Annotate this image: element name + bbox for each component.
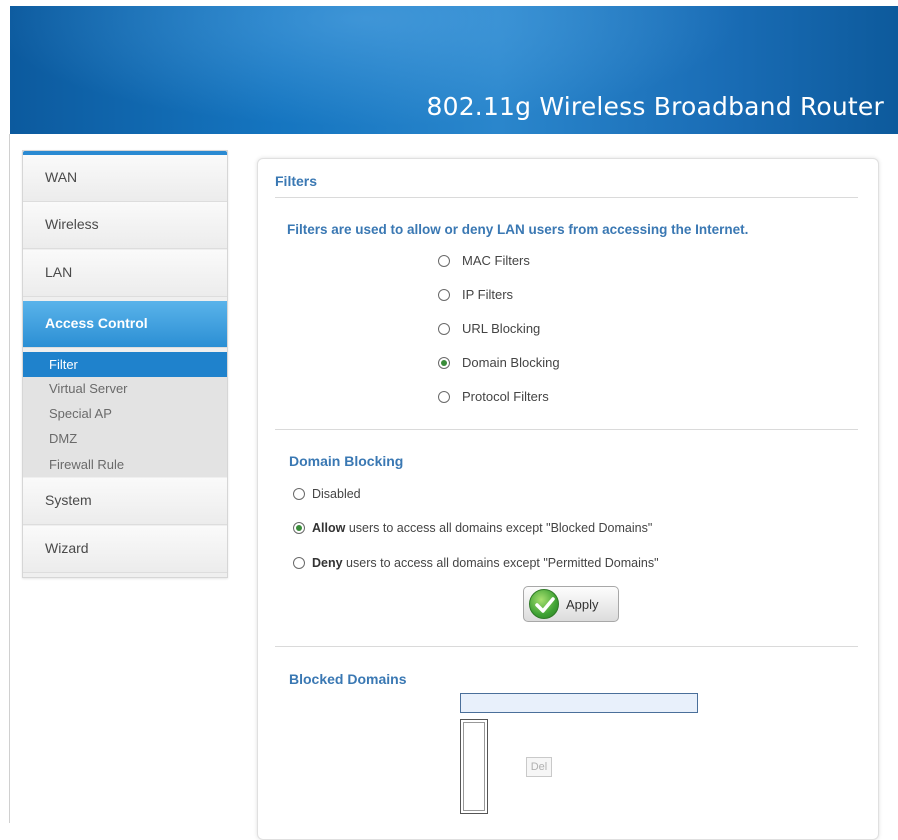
subnav-item-filter[interactable]: Filter (23, 352, 227, 377)
subnav-item-firewall-rule[interactable]: Firewall Rule (23, 452, 227, 477)
filter-option-ip[interactable]: IP Filters (438, 286, 513, 304)
filter-option-label: URL Blocking (462, 321, 541, 336)
sidebar-item-label: Access Control (45, 315, 148, 331)
delete-button[interactable]: Del (526, 757, 552, 777)
radio-icon[interactable] (293, 487, 305, 500)
apply-button-label: Apply (566, 597, 599, 612)
filter-option-label: Protocol Filters (462, 389, 549, 404)
filters-panel: Filters Filters are used to allow or den… (257, 158, 879, 840)
checkmark-icon (529, 589, 559, 619)
radio-icon[interactable] (293, 556, 305, 569)
option-label: users to access all domains except "Bloc… (345, 521, 653, 535)
option-label: Disabled (312, 487, 361, 501)
sidebar-item-label: WAN (45, 169, 78, 185)
router-title: 802.11g Wireless Broadband Router (426, 92, 884, 121)
sidebar-item-label: Wizard (45, 540, 89, 556)
radio-icon[interactable] (438, 390, 450, 403)
sidebar-item-lan[interactable]: LAN (23, 250, 227, 297)
sidebar-item-label: System (45, 492, 92, 508)
sidebar-nav: WAN Wireless LAN Access Control Filter V… (22, 150, 228, 578)
option-label-bold: Deny (312, 556, 343, 570)
radio-icon[interactable] (438, 322, 450, 335)
filter-option-label: MAC Filters (462, 253, 530, 268)
filter-option-mac[interactable]: MAC Filters (438, 252, 530, 270)
radio-icon[interactable] (438, 288, 450, 301)
page-left-border (9, 134, 10, 823)
filter-option-url[interactable]: URL Blocking (438, 320, 540, 338)
sidebar-item-wireless[interactable]: Wireless (23, 202, 227, 249)
apply-button[interactable]: Apply (523, 586, 619, 622)
blocked-domains-list[interactable] (460, 719, 488, 814)
access-control-submenu: Filter Virtual Server Special AP DMZ Fir… (23, 352, 227, 477)
sidebar-item-label: LAN (45, 264, 73, 280)
page-title: Filters (275, 173, 318, 189)
subnav-item-dmz[interactable]: DMZ (23, 426, 227, 451)
sidebar-item-wan[interactable]: WAN (23, 155, 227, 202)
sidebar-item-system[interactable]: System (23, 478, 227, 525)
blocked-domains-title: Blocked Domains (289, 671, 407, 687)
section-divider (275, 646, 858, 647)
filter-option-label: Domain Blocking (462, 355, 560, 370)
blocked-domain-input[interactable] (460, 693, 698, 713)
domain-blocking-title: Domain Blocking (289, 453, 404, 469)
domain-blocking-disabled[interactable]: Disabled (293, 485, 361, 503)
filter-option-label: IP Filters (462, 287, 514, 302)
domain-blocking-deny[interactable]: Deny users to access all domains except … (293, 554, 659, 572)
domain-blocking-allow[interactable]: Allow users to access all domains except… (293, 519, 652, 537)
subnav-item-special-ap[interactable]: Special AP (23, 401, 227, 426)
option-label-bold: Allow (312, 521, 346, 535)
filter-option-domain[interactable]: Domain Blocking (438, 354, 560, 372)
subnav-item-virtual-server[interactable]: Virtual Server (23, 376, 227, 401)
title-divider (275, 197, 858, 198)
sidebar-item-wizard[interactable]: Wizard (23, 526, 227, 573)
radio-icon[interactable] (438, 254, 450, 267)
section-divider (275, 429, 858, 430)
filter-option-protocol[interactable]: Protocol Filters (438, 388, 549, 406)
radio-checked-icon[interactable] (438, 356, 450, 369)
sidebar-item-label: Wireless (45, 216, 99, 232)
filters-intro-text: Filters are used to allow or deny LAN us… (287, 222, 749, 237)
header-banner: 802.11g Wireless Broadband Router (10, 6, 898, 134)
option-label: users to access all domains except "Perm… (342, 556, 659, 570)
radio-checked-icon[interactable] (293, 521, 305, 534)
list-inner-border (463, 722, 485, 811)
sidebar-item-access-control[interactable]: Access Control (23, 301, 227, 348)
